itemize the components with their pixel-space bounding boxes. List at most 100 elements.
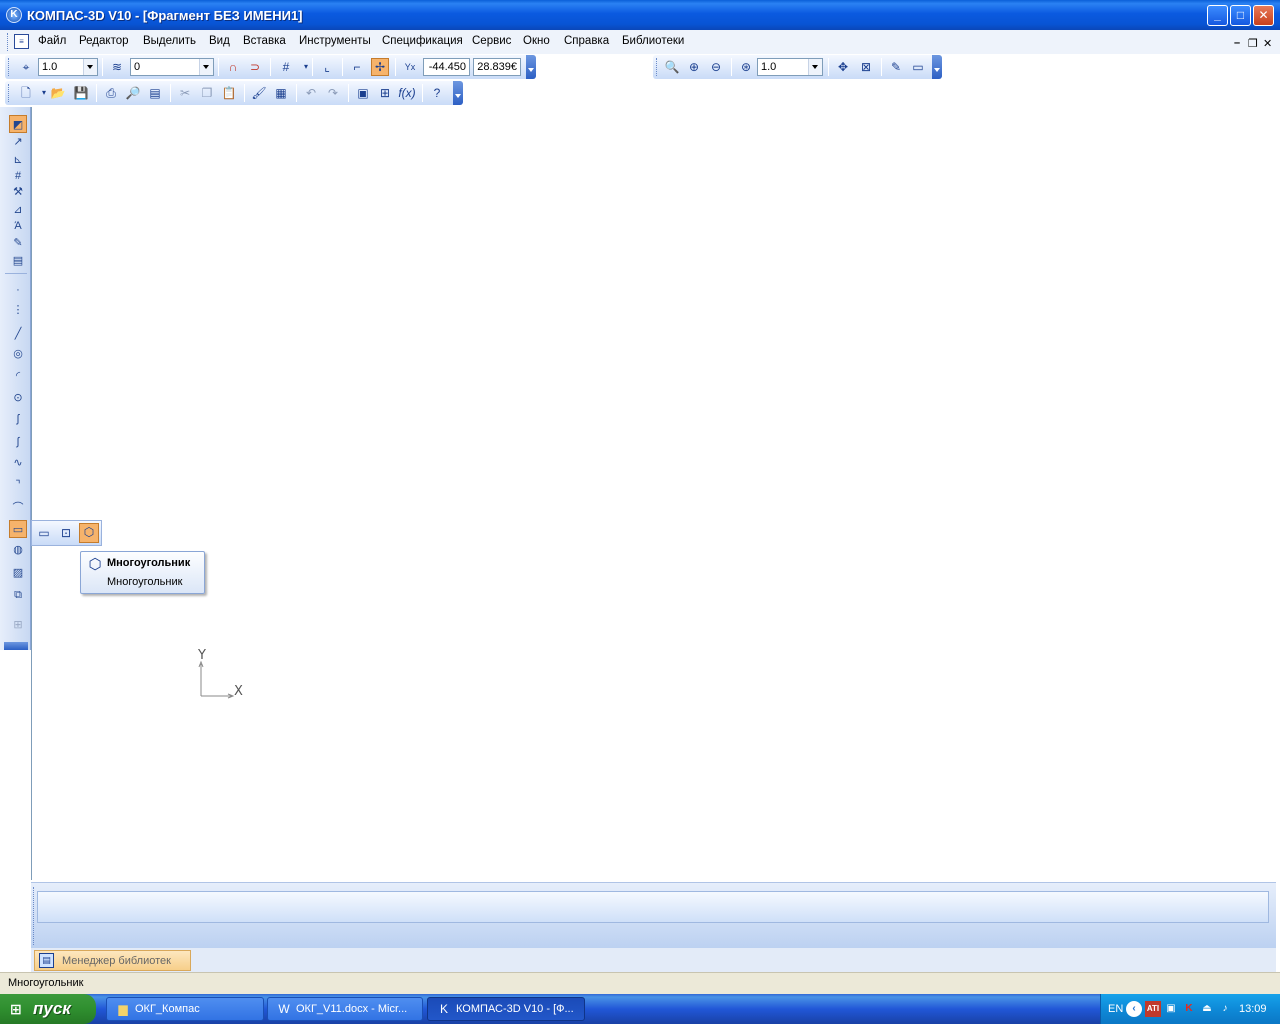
chevron-down-icon[interactable] bbox=[199, 59, 213, 75]
variables-tree-icon[interactable]: ⊞ bbox=[376, 84, 394, 102]
circle-tool-icon[interactable]: ◎ bbox=[9, 345, 27, 363]
parametrization-panel-icon[interactable]: ⚒ bbox=[9, 183, 27, 201]
toolbar-grip[interactable] bbox=[8, 84, 11, 102]
network-icon[interactable]: ▣ bbox=[1163, 1001, 1179, 1017]
layer-combo[interactable]: 0 bbox=[130, 58, 214, 76]
properties-icon[interactable]: ▤ bbox=[146, 84, 164, 102]
panel-options-button[interactable] bbox=[4, 642, 28, 650]
refresh-icon[interactable]: ✎ bbox=[887, 58, 905, 76]
undo-icon[interactable]: ↶ bbox=[302, 84, 320, 102]
step-combo[interactable]: 1.0 bbox=[38, 58, 98, 76]
drawing-canvas[interactable]: Y X bbox=[31, 107, 1276, 880]
function-icon[interactable]: f(x) bbox=[398, 84, 416, 102]
zoom-out-icon[interactable]: ⊖ bbox=[707, 58, 725, 76]
collect-contour-tool-icon[interactable]: ⧉ bbox=[9, 586, 27, 604]
manager-icon[interactable]: ▣ bbox=[354, 84, 372, 102]
menu-service[interactable]: Сервис bbox=[472, 35, 511, 47]
aux-line-tool-icon[interactable]: ⋮ bbox=[9, 301, 27, 319]
paste-icon[interactable]: 📋 bbox=[220, 84, 238, 102]
local-snap-icon[interactable]: ⊃ bbox=[246, 58, 264, 76]
menu-specification[interactable]: Спецификация bbox=[382, 35, 463, 47]
safely-remove-icon[interactable]: ⏏ bbox=[1199, 1001, 1215, 1017]
show-all-icon[interactable]: ⊠ bbox=[857, 58, 875, 76]
copy-icon[interactable]: ❐ bbox=[198, 84, 216, 102]
local-cs-icon[interactable]: ⌞ bbox=[318, 58, 336, 76]
zoom-combo[interactable]: 1.0 bbox=[757, 58, 823, 76]
dimensions-panel-icon[interactable]: ↗ bbox=[9, 133, 27, 151]
menu-editor[interactable]: Редактор bbox=[79, 35, 129, 47]
kaspersky-icon[interactable]: K bbox=[1181, 1001, 1197, 1017]
print-preview-icon[interactable]: 🔎 bbox=[124, 84, 142, 102]
menu-help[interactable]: Справка bbox=[564, 35, 609, 47]
polygon-icon[interactable]: ⬡ bbox=[79, 523, 99, 543]
menu-libraries[interactable]: Библиотеки bbox=[622, 35, 684, 47]
menu-insert[interactable]: Вставка bbox=[243, 35, 286, 47]
coord-y-field[interactable]: 28.839€ bbox=[473, 58, 521, 76]
library-manager-tab[interactable]: ▤ Менеджер библиотек bbox=[34, 950, 191, 971]
ellipse-tool-icon[interactable]: ⊙ bbox=[9, 389, 27, 407]
menu-select[interactable]: Выделить bbox=[143, 35, 196, 47]
hatch-tool-icon[interactable]: ▨ bbox=[9, 564, 27, 582]
document-properties-icon[interactable]: ▦ bbox=[272, 84, 290, 102]
selection-panel-icon[interactable]: Ά bbox=[9, 217, 27, 235]
chevron-down-icon[interactable] bbox=[83, 59, 97, 75]
toolbar-options-button[interactable] bbox=[932, 55, 942, 79]
new-document-icon[interactable]: 🗋 bbox=[17, 84, 35, 102]
toolbar-grip[interactable] bbox=[656, 58, 659, 76]
panel-grip[interactable] bbox=[33, 887, 36, 945]
save-icon[interactable]: 💾 bbox=[72, 84, 90, 102]
task-kompas[interactable]: K КОМПАС-3D V10 - [Ф... bbox=[427, 997, 585, 1021]
rectangle-icon[interactable]: ▭ bbox=[35, 524, 53, 542]
associative-view-panel-icon[interactable]: ✎ bbox=[9, 234, 27, 252]
macro-tool-icon[interactable]: ⊞ bbox=[9, 616, 27, 634]
mdi-minimize-button[interactable]: – bbox=[1234, 37, 1240, 49]
point-tool-icon[interactable]: · bbox=[9, 281, 27, 299]
toolbar-options-button[interactable] bbox=[526, 55, 536, 79]
toolbar-options-button[interactable] bbox=[453, 81, 463, 105]
spline-tool-icon[interactable]: ∫ bbox=[9, 433, 27, 451]
mdi-restore-button[interactable]: ❐ bbox=[1248, 37, 1258, 50]
bezier-tool-icon[interactable]: ∿ bbox=[9, 454, 27, 472]
kompas-app-icon[interactable]: K bbox=[6, 7, 22, 23]
step-cursor-icon[interactable]: ⌖ bbox=[17, 58, 35, 76]
minimize-button[interactable]: _ bbox=[1207, 5, 1228, 26]
layers-icon[interactable]: ≋ bbox=[108, 58, 126, 76]
toolbar-grip[interactable] bbox=[8, 58, 11, 76]
geometry-panel-icon[interactable]: ◩ bbox=[9, 115, 27, 133]
grid-icon[interactable]: # bbox=[277, 58, 295, 76]
open-folder-icon[interactable]: 📂 bbox=[49, 84, 67, 102]
menu-file[interactable]: Файл bbox=[38, 35, 66, 47]
coord-x-field[interactable]: -44.450 bbox=[423, 58, 470, 76]
mdi-close-button[interactable]: ✕ bbox=[1263, 37, 1272, 50]
tray-collapse-icon[interactable]: ‹ bbox=[1126, 1001, 1142, 1017]
ati-icon[interactable]: ATI bbox=[1145, 1001, 1161, 1017]
zoom-scale-icon[interactable]: ⊛ bbox=[737, 58, 755, 76]
language-indicator[interactable]: EN bbox=[1108, 1003, 1123, 1015]
menu-window[interactable]: Окно bbox=[523, 35, 550, 47]
task-word[interactable]: W ОКГ_V11.docx - Micr... bbox=[267, 997, 423, 1021]
contour-tool-icon[interactable]: ◍ bbox=[9, 541, 27, 559]
menubar-grip[interactable] bbox=[7, 33, 10, 51]
fillet-tool-icon[interactable]: ⌒ bbox=[9, 499, 27, 517]
menu-view[interactable]: Вид bbox=[209, 35, 230, 47]
zoom-window-icon[interactable]: 🔍 bbox=[663, 58, 681, 76]
print-icon[interactable]: ⎙ bbox=[102, 84, 120, 102]
specification-panel-icon[interactable]: ▤ bbox=[9, 252, 27, 270]
cut-icon[interactable]: ✂ bbox=[176, 84, 194, 102]
document-icon[interactable]: ≡ bbox=[14, 34, 29, 49]
zoom-in-icon[interactable]: ⊕ bbox=[685, 58, 703, 76]
start-button[interactable]: ⊞ пуск bbox=[0, 994, 96, 1024]
close-button[interactable]: ✕ bbox=[1253, 5, 1274, 26]
volume-icon[interactable]: ♪ bbox=[1217, 1001, 1233, 1017]
chevron-down-icon[interactable] bbox=[808, 59, 822, 75]
rectangle-center-icon[interactable]: ⊡ bbox=[57, 524, 75, 542]
redo-icon[interactable]: ↷ bbox=[324, 84, 342, 102]
context-help-icon[interactable]: ? bbox=[428, 84, 446, 102]
segment-tool-icon[interactable]: ╱ bbox=[9, 325, 27, 343]
ortho-icon[interactable]: ⌐ bbox=[348, 58, 366, 76]
fullscreen-icon[interactable]: ▭ bbox=[909, 58, 927, 76]
arc-tool-icon[interactable]: ◜ bbox=[9, 367, 27, 385]
task-folder[interactable]: ▆ ОКГ_Компас bbox=[106, 997, 264, 1021]
parametric-mode-icon[interactable]: ✢ bbox=[371, 58, 389, 76]
menu-tools[interactable]: Инструменты bbox=[299, 35, 371, 47]
